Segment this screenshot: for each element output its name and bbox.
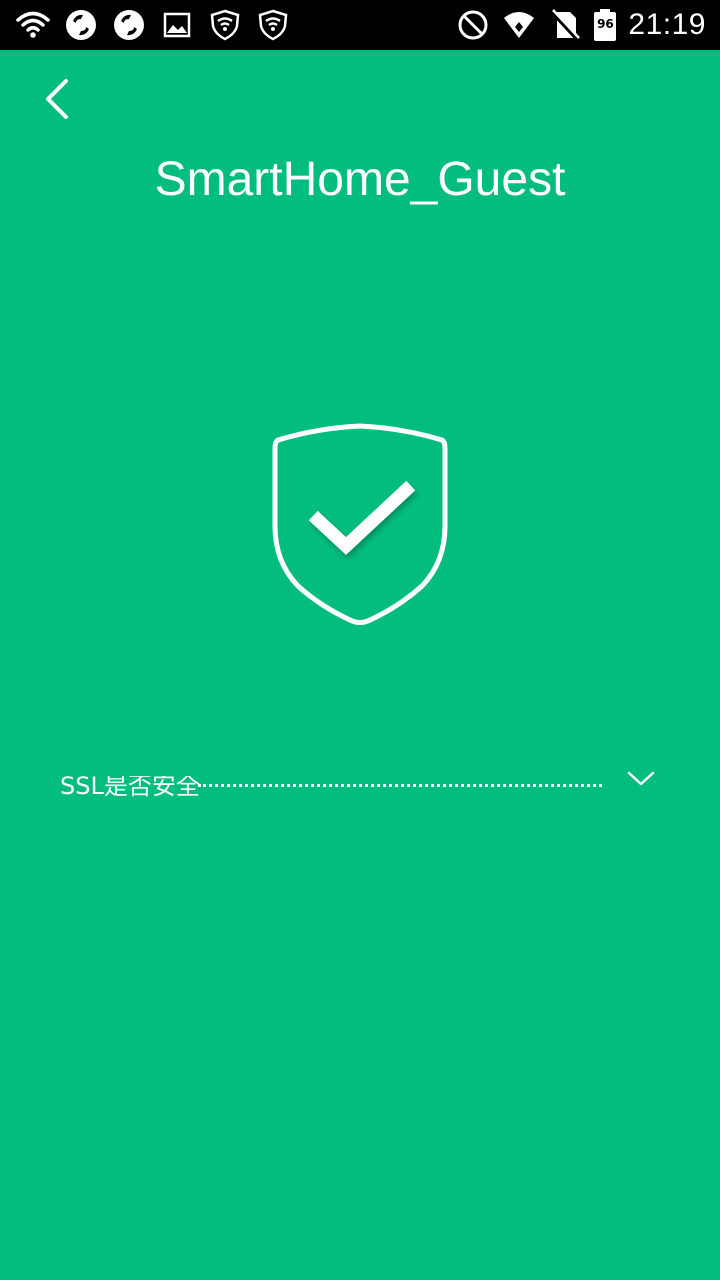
- wifi-icon: [16, 11, 50, 38]
- status-bar: 96 21:19: [0, 0, 720, 50]
- shield-wifi-icon: [210, 9, 240, 41]
- battery-icon: 96: [594, 9, 617, 41]
- shield-check-icon: [272, 423, 448, 625]
- sync-icon: [114, 10, 144, 40]
- dotted-leader: [198, 780, 602, 787]
- battery-level: 96: [597, 17, 614, 31]
- status-bar-left: [16, 0, 290, 50]
- check-item-ssl[interactable]: SSL是否安全: [60, 758, 660, 804]
- image-icon: [163, 12, 191, 38]
- do-not-disturb-icon: [458, 10, 488, 40]
- check-label: SSL是否安全: [60, 772, 200, 800]
- page-title: SmartHome_Guest: [154, 153, 566, 206]
- chevron-down-icon[interactable]: [626, 768, 656, 788]
- back-button[interactable]: [34, 74, 84, 124]
- back-arrow-icon: [46, 79, 68, 119]
- no-sim-icon: [550, 9, 581, 42]
- status-bar-right: 96 21:19: [456, 0, 706, 50]
- shield-wifi-icon: [258, 9, 288, 41]
- status-time: 21:19: [628, 8, 706, 41]
- sync-icon: [66, 10, 96, 40]
- signal-icon: [504, 12, 535, 38]
